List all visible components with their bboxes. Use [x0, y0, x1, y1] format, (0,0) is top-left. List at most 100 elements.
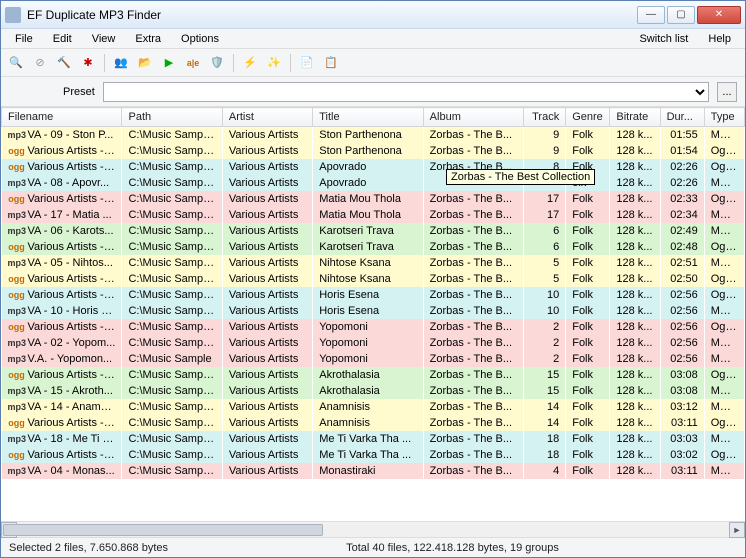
cell: 128 k...	[610, 399, 660, 415]
col-filename[interactable]: Filename	[2, 108, 122, 127]
cell: C:\Music Sample...	[122, 127, 222, 143]
cell: oggVarious Artists - ...	[2, 287, 122, 303]
table-row[interactable]: oggVarious Artists - ...C:\Music Sample.…	[2, 271, 745, 287]
table-row[interactable]: mp3VA - 08 - Apovr...C:\Music Sample...V…	[2, 175, 745, 191]
table-row[interactable]: mp3VA - 15 - Akroth...C:\Music Sample...…	[2, 383, 745, 399]
menu-extra[interactable]: Extra	[125, 31, 171, 47]
cell: 128 k...	[610, 351, 660, 367]
table-row[interactable]: mp3VA - 10 - Horis E...C:\Music Sample..…	[2, 303, 745, 319]
col-artist[interactable]: Artist	[222, 108, 312, 127]
mp3-icon: mp3	[8, 386, 26, 396]
close-button[interactable]: ✕	[697, 6, 741, 24]
cell: 9	[524, 127, 566, 143]
play-icon[interactable]: ▶	[158, 52, 180, 74]
table-row[interactable]: mp3VA - 05 - Nihtos...C:\Music Sample...…	[2, 255, 745, 271]
col-track[interactable]: Track	[524, 108, 566, 127]
cell: C:\Music Sample...	[122, 319, 222, 335]
cell: Folk	[566, 447, 610, 463]
maximize-button[interactable]: ▢	[667, 6, 695, 24]
cell: 01:54	[660, 143, 704, 159]
table-row[interactable]: mp3VA - 14 - Anamn...C:\Music Sample...V…	[2, 399, 745, 415]
col-genre[interactable]: Genre	[566, 108, 610, 127]
cell: Various Artists	[222, 415, 312, 431]
cell: Zorbas - The B...	[423, 287, 523, 303]
table-row[interactable]: mp3VA - 17 - Matia ...C:\Music Sample...…	[2, 207, 745, 223]
hammer-icon[interactable]: 🔨	[53, 52, 75, 74]
mp3-icon: mp3	[8, 466, 26, 476]
cell: oggVarious Artists - ...	[2, 159, 122, 175]
cell: 128 k...	[610, 335, 660, 351]
col-duration[interactable]: Dur...	[660, 108, 704, 127]
window-title: EF Duplicate MP3 Finder	[27, 8, 637, 22]
menu-options[interactable]: Options	[171, 31, 229, 47]
cell: MPEG	[704, 335, 744, 351]
table-row[interactable]: oggVarious Artists - ...C:\Music Sample.…	[2, 319, 745, 335]
table-row[interactable]: oggVarious Artists - ...C:\Music Sample.…	[2, 159, 745, 175]
table-row[interactable]: oggVarious Artists - ...C:\Music Sample.…	[2, 415, 745, 431]
cell: C:\Music Sample...	[122, 207, 222, 223]
cell: C:\Music Sample...	[122, 191, 222, 207]
folder-play-icon[interactable]: 📂	[134, 52, 156, 74]
minimize-button[interactable]: —	[637, 6, 665, 24]
horizontal-scrollbar[interactable]: ◄ ►	[1, 521, 745, 537]
doc-icon[interactable]: 📄	[296, 52, 318, 74]
table-row[interactable]: oggVarious Artists - ...C:\Music Sample.…	[2, 287, 745, 303]
ogg-icon: ogg	[8, 194, 26, 204]
table-row[interactable]: mp3VA - 02 - Yopom...C:\Music Sample...V…	[2, 335, 745, 351]
col-path[interactable]: Path	[122, 108, 222, 127]
table-row[interactable]: mp3VA - 18 - Me Ti V...C:\Music Sample..…	[2, 431, 745, 447]
scroll-thumb[interactable]	[3, 524, 323, 536]
bolt-icon[interactable]: ⚡	[239, 52, 261, 74]
table-row[interactable]: mp3VA - 06 - Karots...C:\Music Sample...…	[2, 223, 745, 239]
table-row[interactable]: mp3VA - 09 - Ston P...C:\Music Sample...…	[2, 127, 745, 143]
preset-select[interactable]	[103, 82, 709, 102]
ale-icon[interactable]: a|e	[182, 52, 204, 74]
people-icon[interactable]: 👥	[110, 52, 132, 74]
cell: 02:56	[660, 319, 704, 335]
menu-view[interactable]: View	[82, 31, 126, 47]
cell: Folk	[566, 287, 610, 303]
shield-icon[interactable]: 🛡️	[206, 52, 228, 74]
table-row[interactable]: oggVarious Artists - ...C:\Music Sample.…	[2, 239, 745, 255]
grid-container[interactable]: Filename Path Artist Title Album Track G…	[1, 107, 745, 521]
col-album[interactable]: Album	[423, 108, 523, 127]
menu-switch-list[interactable]: Switch list	[629, 31, 698, 47]
cell: MPEG	[704, 175, 744, 191]
cell: Various Artists	[222, 255, 312, 271]
cell: Folk	[566, 319, 610, 335]
table-row[interactable]: oggVarious Artists - ...C:\Music Sample.…	[2, 367, 745, 383]
titlebar[interactable]: EF Duplicate MP3 Finder — ▢ ✕	[1, 1, 745, 29]
col-title[interactable]: Title	[313, 108, 423, 127]
cell: Various Artists	[222, 143, 312, 159]
scroll-right-arrow[interactable]: ►	[729, 522, 745, 538]
cell: Zorbas - The B...	[423, 271, 523, 287]
col-bitrate[interactable]: Bitrate	[610, 108, 660, 127]
table-row[interactable]: mp3VA - 04 - Monas...C:\Music Sample...V…	[2, 463, 745, 479]
cell: mp3VA - 06 - Karots...	[2, 223, 122, 239]
cell: Folk	[566, 383, 610, 399]
mp3-icon: mp3	[8, 178, 26, 188]
spark-icon[interactable]: ✨	[263, 52, 285, 74]
col-type[interactable]: Type	[704, 108, 744, 127]
table-row[interactable]: oggVarious Artists - ...C:\Music Sample.…	[2, 447, 745, 463]
cell: Matia Mou Thola	[313, 207, 423, 223]
preset-browse-button[interactable]: ...	[717, 82, 737, 102]
menu-help[interactable]: Help	[698, 31, 741, 47]
table-row[interactable]: oggVarious Artists - ...C:\Music Sample.…	[2, 191, 745, 207]
stop-icon[interactable]: ⊘	[29, 52, 51, 74]
table-row[interactable]: oggVarious Artists - ...C:\Music Sample.…	[2, 143, 745, 159]
cell: Zorbas - The B...	[423, 463, 523, 479]
sparkle-icon[interactable]: ✱	[77, 52, 99, 74]
cell: Folk	[566, 143, 610, 159]
table-row[interactable]: mp3V.A. - Yopomon...C:\Music SampleVario…	[2, 351, 745, 367]
cell: 128 k...	[610, 127, 660, 143]
menu-edit[interactable]: Edit	[43, 31, 82, 47]
cell: 03:08	[660, 367, 704, 383]
menu-file[interactable]: File	[5, 31, 43, 47]
search-icon[interactable]: 🔍	[5, 52, 27, 74]
list-icon[interactable]: 📋	[320, 52, 342, 74]
cell: 02:26	[660, 175, 704, 191]
cell: Anamnisis	[313, 415, 423, 431]
cell: MPEG	[704, 223, 744, 239]
cell: Folk	[566, 351, 610, 367]
